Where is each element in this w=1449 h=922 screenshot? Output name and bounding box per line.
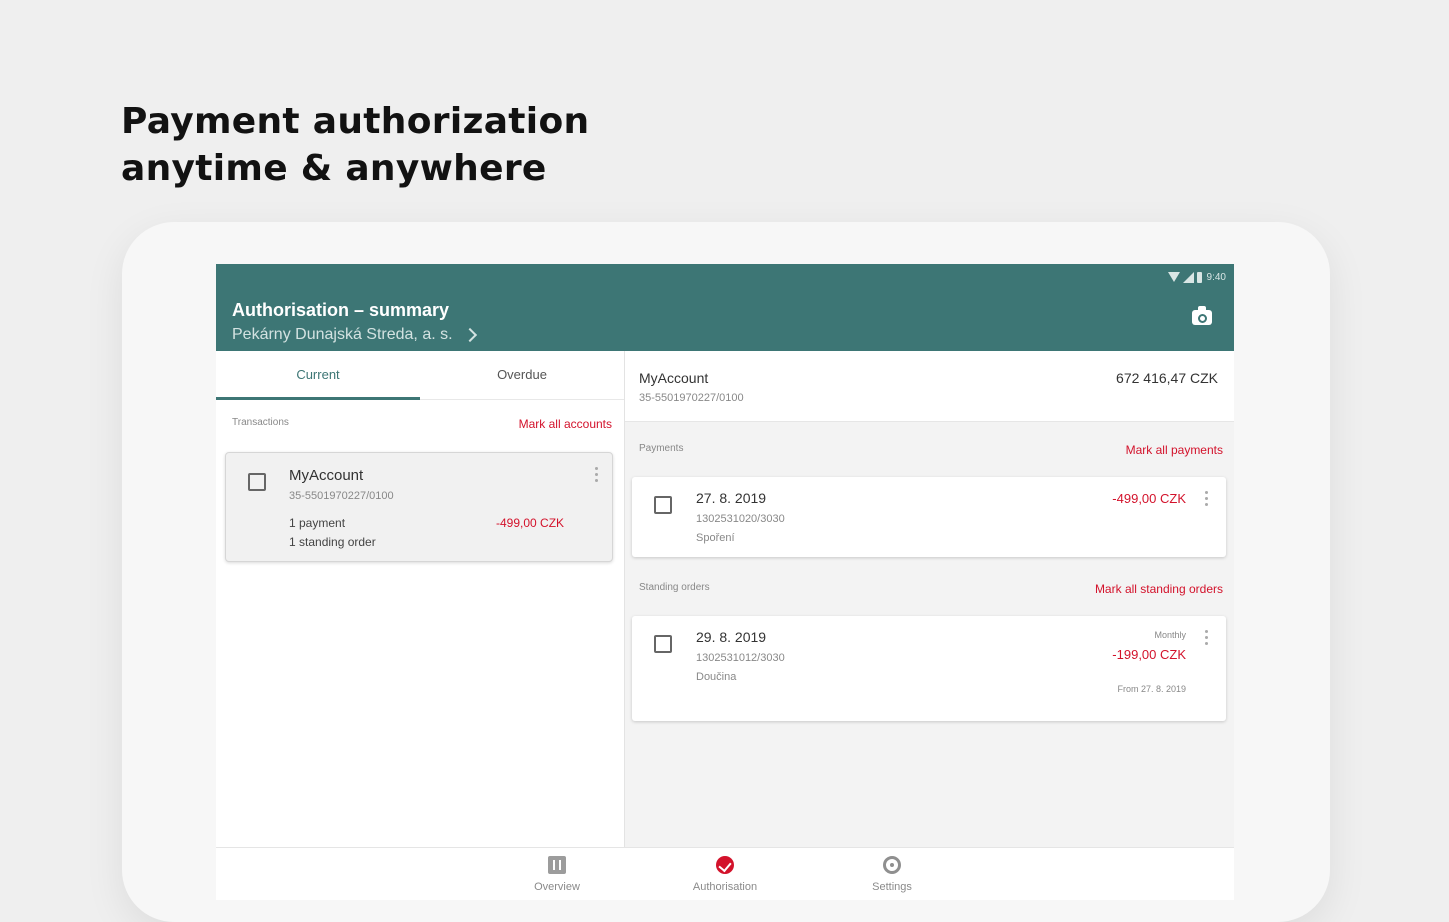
standing-order-card[interactable]: 29. 8. 2019 1302531012/3030 Doučina Mont… bbox=[632, 616, 1226, 721]
account-amount: -499,00 CZK bbox=[496, 516, 565, 530]
account-card[interactable]: MyAccount 35-5501970227/0100 1 payment 1… bbox=[225, 452, 613, 562]
app-bar: 9:40 Authorisation – summary Pekárny Dun… bbox=[216, 264, 1234, 351]
check-circle-icon bbox=[716, 856, 734, 874]
bottom-navigation: Overview Authorisation Settings bbox=[216, 847, 1234, 900]
transactions-header: Transactions Mark all accounts bbox=[232, 417, 612, 431]
tab-current[interactable]: Current bbox=[216, 351, 420, 399]
payments-count: 1 payment bbox=[289, 516, 346, 530]
standing-order-amount: -199,00 CZK bbox=[1112, 647, 1186, 662]
signal-icon bbox=[1182, 271, 1194, 283]
page-title: Authorisation – summary bbox=[232, 300, 450, 320]
payment-note: Spoření bbox=[696, 532, 735, 544]
gear-icon bbox=[883, 856, 901, 874]
standing-order-frequency: Monthly bbox=[1154, 630, 1186, 640]
mark-all-payments-link[interactable]: Mark all payments bbox=[1126, 443, 1223, 457]
company-name: Pekárny Dunajská Streda, a. s. bbox=[232, 326, 453, 343]
standing-order-note: Doučina bbox=[696, 671, 737, 683]
payments-header: Payments Mark all payments bbox=[639, 443, 1223, 457]
wifi-icon bbox=[1167, 272, 1180, 282]
more-options-icon[interactable] bbox=[1205, 491, 1208, 506]
detail-panel: MyAccount 35-5501970227/0100 672 416,47 … bbox=[625, 351, 1234, 847]
mark-all-accounts-link[interactable]: Mark all accounts bbox=[519, 417, 612, 431]
headline-line-1: Payment authorization bbox=[121, 101, 590, 142]
standing-order-checkbox[interactable] bbox=[654, 635, 672, 653]
standing-orders-header: Standing orders Mark all standing orders bbox=[639, 582, 1223, 596]
status-bar: 9:40 bbox=[1167, 270, 1226, 284]
accounts-panel: Current Overdue Transactions Mark all ac… bbox=[216, 351, 625, 847]
account-number: 35-5501970227/0100 bbox=[289, 490, 394, 502]
more-options-icon[interactable] bbox=[1205, 630, 1208, 645]
payment-card[interactable]: 27. 8. 2019 1302531020/3030 Spoření -499… bbox=[632, 477, 1226, 557]
headline: Payment authorization anytime & anywhere bbox=[121, 98, 589, 192]
account-name: MyAccount bbox=[289, 467, 364, 484]
payment-amount: -499,00 CZK bbox=[1112, 491, 1186, 506]
tab-bar: Current Overdue bbox=[216, 351, 624, 400]
detail-account-name: MyAccount bbox=[639, 370, 709, 386]
standing-order-account: 1302531012/3030 bbox=[696, 652, 785, 664]
account-balance: 672 416,47 CZK bbox=[1116, 370, 1218, 386]
payments-label: Payments bbox=[639, 443, 684, 454]
nav-settings-label: Settings bbox=[872, 881, 912, 893]
standing-orders-label: Standing orders bbox=[639, 582, 710, 593]
company-selector[interactable]: Pekárny Dunajská Streda, a. s. bbox=[232, 326, 477, 344]
nav-overview-label: Overview bbox=[534, 881, 580, 893]
mark-all-standing-orders-link[interactable]: Mark all standing orders bbox=[1095, 582, 1223, 596]
tab-indicator bbox=[216, 397, 420, 400]
tab-overdue[interactable]: Overdue bbox=[420, 351, 624, 399]
payment-date: 27. 8. 2019 bbox=[696, 490, 767, 506]
standing-order-from: From 27. 8. 2019 bbox=[1117, 684, 1186, 694]
status-time: 9:40 bbox=[1206, 271, 1226, 283]
headline-line-2: anytime & anywhere bbox=[121, 148, 547, 189]
account-checkbox[interactable] bbox=[248, 473, 266, 491]
battery-icon bbox=[1196, 271, 1202, 283]
document-icon bbox=[548, 856, 566, 874]
camera-icon[interactable] bbox=[1192, 306, 1212, 325]
chevron-right-icon bbox=[462, 327, 477, 343]
more-options-icon[interactable] bbox=[595, 467, 598, 482]
account-summary: MyAccount 35-5501970227/0100 672 416,47 … bbox=[625, 351, 1234, 422]
app-screen: 9:40 Authorisation – summary Pekárny Dun… bbox=[216, 264, 1234, 900]
nav-authorisation-label: Authorisation bbox=[692, 881, 758, 893]
payment-account: 1302531020/3030 bbox=[696, 513, 785, 525]
transactions-label: Transactions bbox=[232, 417, 289, 428]
standing-orders-count: 1 standing order bbox=[289, 535, 376, 549]
standing-order-date: 29. 8. 2019 bbox=[696, 629, 767, 645]
detail-account-number: 35-5501970227/0100 bbox=[639, 392, 744, 404]
payment-checkbox[interactable] bbox=[654, 496, 672, 514]
